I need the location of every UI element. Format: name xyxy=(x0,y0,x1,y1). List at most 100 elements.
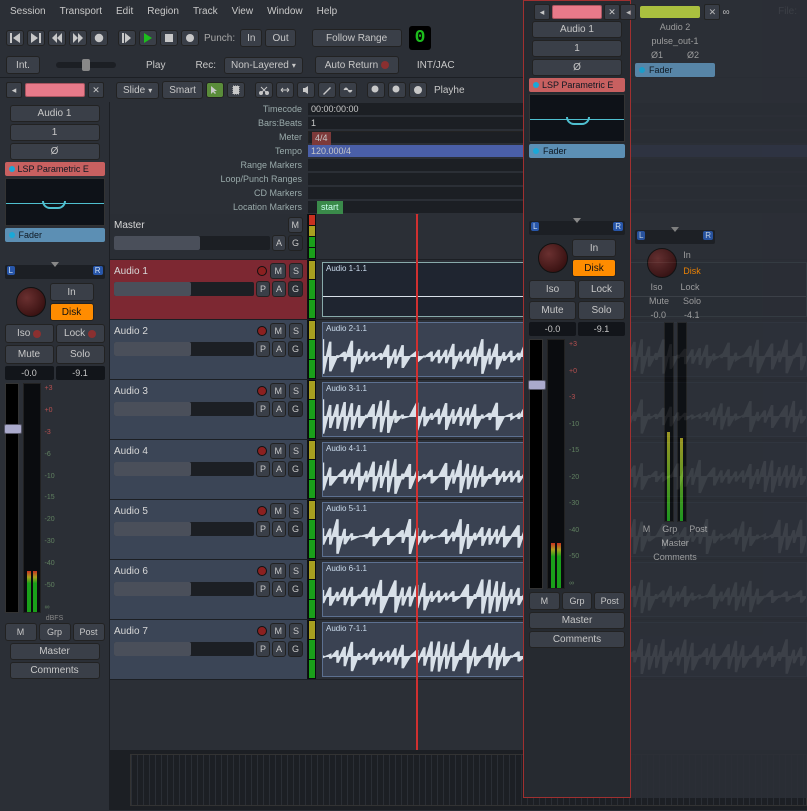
track-rec-button[interactable] xyxy=(257,626,267,636)
track-mini-fader[interactable] xyxy=(114,642,254,656)
track-p-button[interactable]: P xyxy=(256,341,270,357)
fader-track-2[interactable] xyxy=(529,339,543,589)
follow-range-button[interactable]: Follow Range xyxy=(312,29,402,47)
track-p-button[interactable]: P xyxy=(256,281,270,297)
track-rec-button[interactable] xyxy=(257,326,267,336)
loop-button[interactable] xyxy=(90,30,108,46)
strip2-take[interactable]: 1 xyxy=(532,40,622,57)
collapse-icon[interactable]: ◂ xyxy=(534,4,550,20)
menu-session[interactable]: Session xyxy=(6,4,50,19)
m-2[interactable]: M xyxy=(529,592,560,610)
track-p-button[interactable]: P xyxy=(256,641,270,657)
monitor-disk-2[interactable]: Disk xyxy=(572,259,616,277)
ghost-knob[interactable] xyxy=(647,248,677,278)
punch-in-button[interactable]: In xyxy=(240,29,262,47)
track-a-button[interactable]: A xyxy=(272,521,286,537)
track-a-button[interactable]: A xyxy=(272,581,286,597)
track-mini-fader[interactable] xyxy=(114,402,254,416)
mute-button[interactable]: Mute xyxy=(5,345,54,364)
tool-object-button[interactable] xyxy=(206,82,224,98)
track-mini-fader[interactable] xyxy=(114,582,254,596)
track-m-button[interactable]: M xyxy=(270,623,286,639)
menu-window[interactable]: Window xyxy=(263,4,307,19)
track-m-button[interactable]: M xyxy=(270,563,286,579)
track-a-button[interactable]: A xyxy=(272,235,286,251)
track-s-button[interactable]: S xyxy=(289,503,303,519)
pan-control-2[interactable]: L R xyxy=(529,221,625,235)
tool-range-button[interactable] xyxy=(227,82,245,98)
grp-button[interactable]: Grp xyxy=(39,623,71,641)
track-a-button[interactable]: A xyxy=(272,281,286,297)
fader-track[interactable] xyxy=(5,383,19,613)
grp-2[interactable]: Grp xyxy=(562,592,593,610)
track-mini-fader[interactable] xyxy=(114,462,254,476)
slider-thumb[interactable] xyxy=(82,59,90,71)
pan-thumb-icon[interactable] xyxy=(573,218,581,223)
output-master[interactable]: Master xyxy=(10,643,100,660)
collapse-left-icon[interactable]: ◂ xyxy=(6,82,22,98)
track-rec-button[interactable] xyxy=(257,446,267,456)
plugin-lsp[interactable]: LSP Parametric E xyxy=(5,162,105,176)
track-p-button[interactable]: P xyxy=(256,401,270,417)
track-m-button[interactable]: M xyxy=(288,217,304,233)
ghost-track-name[interactable]: Audio 2 xyxy=(660,22,691,32)
monitor-disk-button[interactable]: Disk xyxy=(50,303,94,321)
goto-start-button[interactable] xyxy=(6,30,24,46)
close-icon[interactable]: ✕ xyxy=(604,4,620,20)
track-g-button[interactable]: G xyxy=(288,235,303,251)
post-2[interactable]: Post xyxy=(594,592,625,610)
ghost-solo[interactable]: Solo xyxy=(683,296,701,306)
track-name[interactable]: Audio 5 xyxy=(114,506,254,517)
track-name[interactable]: Audio 3 xyxy=(114,386,254,397)
menu-track[interactable]: Track xyxy=(189,4,222,19)
track-name[interactable]: Audio 6 xyxy=(114,566,254,577)
iso-2[interactable]: Iso xyxy=(529,280,576,299)
strip-phase[interactable]: Ø xyxy=(10,143,100,160)
solo-button[interactable]: Solo xyxy=(56,345,105,364)
trim-knob[interactable] xyxy=(16,287,46,317)
lock-2[interactable]: Lock xyxy=(578,280,625,299)
track-g-button[interactable]: G xyxy=(288,581,303,597)
play-range-button[interactable] xyxy=(118,30,136,46)
menu-help[interactable]: Help xyxy=(313,4,342,19)
track-a-button[interactable]: A xyxy=(272,461,286,477)
track-a-button[interactable]: A xyxy=(272,341,286,357)
track-mini-fader[interactable] xyxy=(114,236,270,250)
strip2-track-name[interactable]: Audio 1 xyxy=(532,21,622,38)
ghost-iso[interactable]: Iso xyxy=(650,282,662,292)
track-g-button[interactable]: G xyxy=(288,641,303,657)
track-s-button[interactable]: S xyxy=(289,623,303,639)
track-rec-button[interactable] xyxy=(257,266,267,276)
collapse-icon[interactable]: ◂ xyxy=(620,4,636,20)
track-m-button[interactable]: M xyxy=(270,383,286,399)
stop-button[interactable] xyxy=(160,30,178,46)
zoom-in-button[interactable] xyxy=(388,82,406,98)
track-color-swatch[interactable] xyxy=(640,6,700,18)
ghost-comments[interactable]: Comments xyxy=(653,552,697,562)
play-button[interactable] xyxy=(139,30,157,46)
track-p-button[interactable]: P xyxy=(256,521,270,537)
track-p-button[interactable]: P xyxy=(256,461,270,477)
output-master-2[interactable]: Master xyxy=(529,612,625,629)
track-s-button[interactable]: S xyxy=(289,563,303,579)
mute-2[interactable]: Mute xyxy=(529,301,576,320)
track-g-button[interactable]: G xyxy=(288,521,303,537)
ghost-in[interactable]: In xyxy=(683,250,701,260)
track-name[interactable]: Audio 1 xyxy=(114,266,254,277)
tool-edit-button[interactable] xyxy=(339,82,357,98)
track-g-button[interactable]: G xyxy=(288,341,303,357)
solo-2[interactable]: Solo xyxy=(578,301,625,320)
zoom-fit-button[interactable] xyxy=(409,82,427,98)
trim-knob-2[interactable] xyxy=(538,243,568,273)
track-g-button[interactable]: G xyxy=(288,461,303,477)
monitor-in-button[interactable]: In xyxy=(50,283,94,301)
comments-button[interactable]: Comments xyxy=(10,662,100,679)
ghost-disk[interactable]: Disk xyxy=(683,266,701,276)
track-m-button[interactable]: M xyxy=(270,503,286,519)
track-s-button[interactable]: S xyxy=(289,443,303,459)
start-marker[interactable]: start xyxy=(317,201,343,214)
auto-return-button[interactable]: Auto Return xyxy=(315,56,399,74)
sync-int-button[interactable]: Int. xyxy=(6,56,40,74)
post-button[interactable]: Post xyxy=(73,623,105,641)
close-icon[interactable]: ✕ xyxy=(88,82,104,98)
